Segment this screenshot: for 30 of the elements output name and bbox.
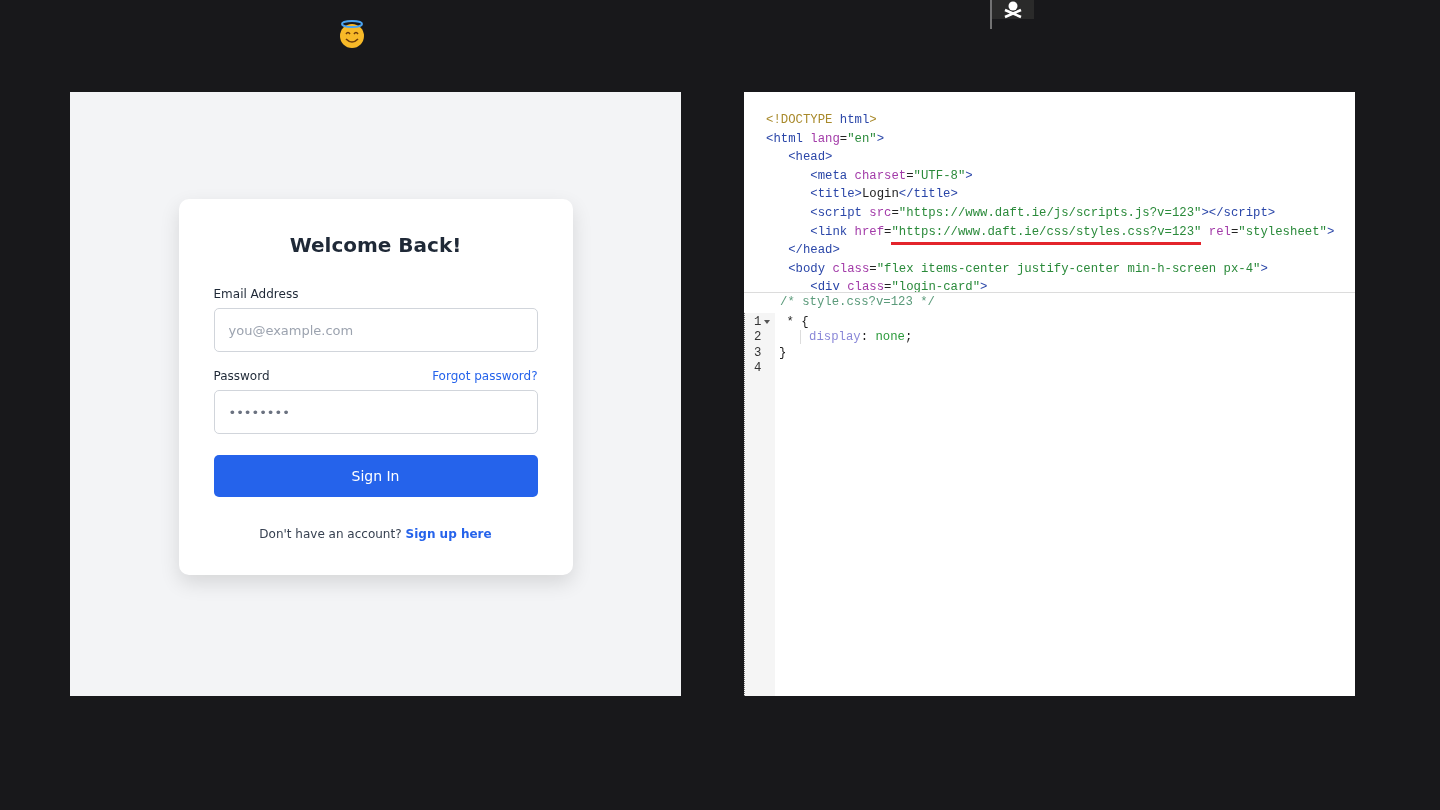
signup-prompt: Don't have an account? <box>259 527 402 541</box>
sign-up-link[interactable]: Sign up here <box>405 527 492 541</box>
code-line: <meta charset="UTF-8"> <box>809 167 974 185</box>
password-field[interactable]: •••••••• <box>213 390 538 434</box>
line-number: 3 <box>754 345 762 361</box>
welcome-heading: Welcome Back! <box>289 233 462 257</box>
line-number: 2 <box>754 330 762 346</box>
code-line: <html lang="en"> <box>766 130 886 148</box>
code-line: } <box>779 345 788 361</box>
email-field[interactable]: you@example.com <box>213 308 538 352</box>
code-line: <script src="https://www.daft.ie/js/scripts.js?v=123"></script> <box>809 204 1277 222</box>
line-number: 1 <box>754 314 762 330</box>
field-label: Password <box>213 369 270 383</box>
code-line: <head> <box>787 149 834 167</box>
css-file-comment: /* style.css?v=123 */ <box>779 294 936 311</box>
code-line: <!DOCTYPE html> <box>766 112 878 129</box>
pirate-flag-icon <box>990 0 1034 30</box>
line-number: 4 <box>754 361 762 377</box>
code-line: <title>Login</title> <box>809 186 959 204</box>
code-line: <div class="login-card"> <box>809 279 989 292</box>
code-line: <body class="flex items-center justify-center min-h-screen px-4"> <box>787 260 1269 278</box>
forgot-password-link[interactable]: Forgot password? <box>432 369 538 383</box>
field-label: Email Address <box>213 287 299 301</box>
smiling-face-with-halo-icon <box>337 19 367 49</box>
code-line: display: none; <box>779 330 913 346</box>
fold-caret-icon[interactable] <box>764 320 771 325</box>
code-line: <link href="https://www.daft.ie/css/styles.css?v=123" rel="stylesheet"> <box>766 222 1355 242</box>
code-line: </head> <box>787 242 841 260</box>
sign-in-button[interactable]: Sign In <box>213 455 538 497</box>
code-line: * { <box>785 314 810 330</box>
